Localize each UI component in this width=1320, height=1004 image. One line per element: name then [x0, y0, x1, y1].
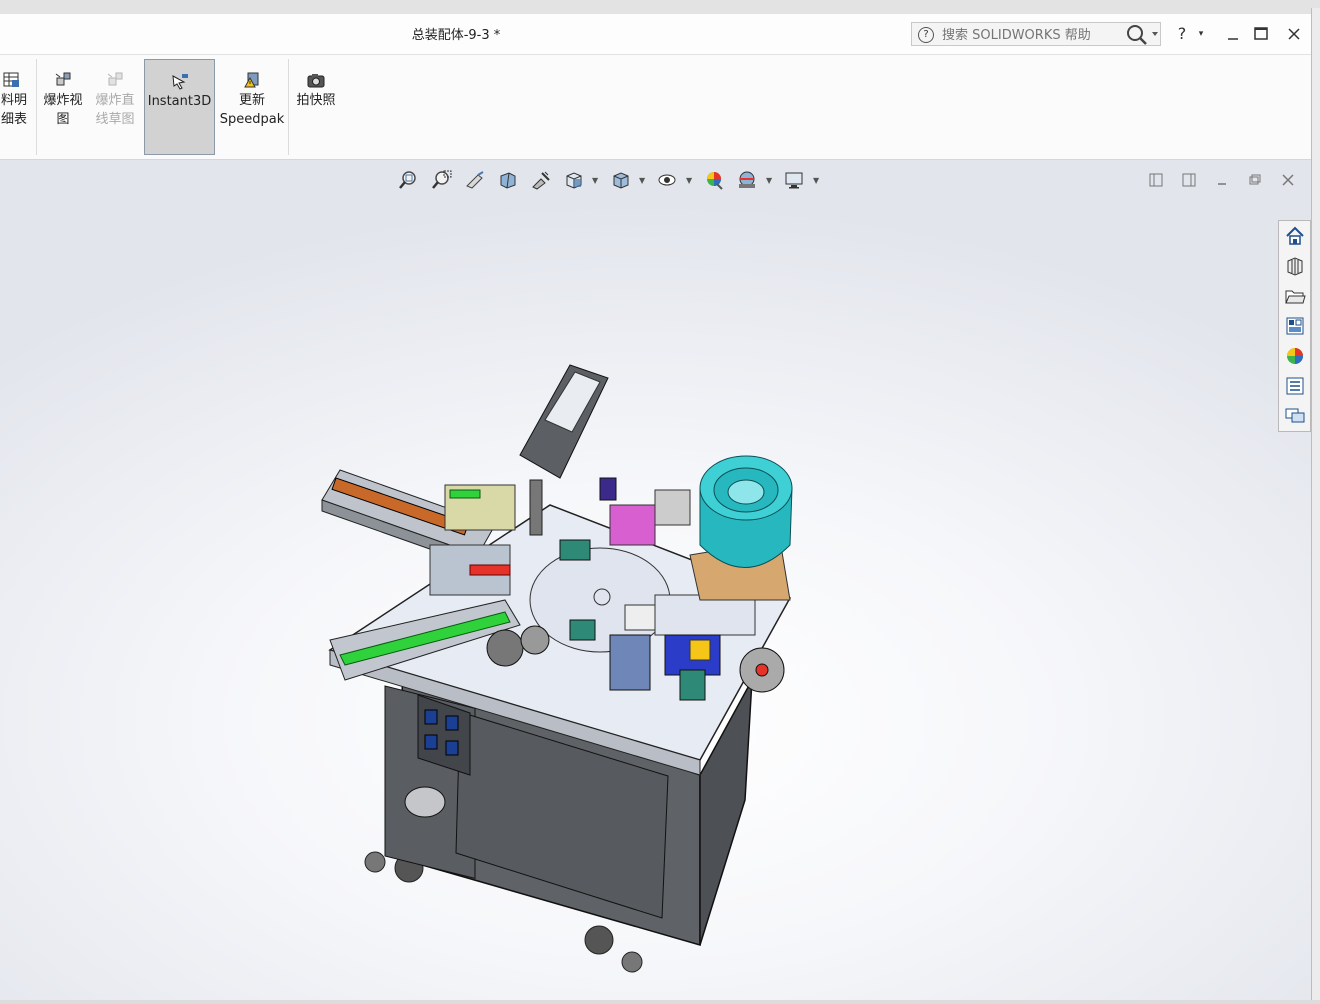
- view-orientation-dropdown-icon[interactable]: ▼: [592, 176, 600, 185]
- snapshot-button[interactable]: 拍快照: [292, 59, 340, 155]
- explode-view-icon: [55, 72, 71, 86]
- bom-label-line2: 细表: [0, 112, 27, 127]
- minimize-button[interactable]: [1219, 22, 1247, 46]
- explode-view-button[interactable]: 爆炸视 图: [38, 59, 88, 155]
- bom-label-line1: 料明: [0, 93, 27, 108]
- explode-line-sketch-label-line2: 线草图: [95, 112, 135, 127]
- close-button[interactable]: [1280, 22, 1308, 46]
- explode-view-label-line1: 爆炸视: [43, 93, 83, 108]
- bom-button[interactable]: 料明 细表: [0, 59, 34, 155]
- doc-restore-icon[interactable]: [1247, 172, 1263, 188]
- command-manager-ribbon: 料明 细表 爆炸视 图 爆炸直 线草图 Instant3D 更新 Speedpa…: [0, 55, 1311, 160]
- instant3d-button[interactable]: Instant3D: [144, 59, 215, 155]
- apply-scene-icon[interactable]: [736, 170, 758, 190]
- help-question-icon: ?: [918, 27, 934, 43]
- search-button[interactable]: [1118, 23, 1160, 45]
- explode-line-sketch-button[interactable]: 爆炸直 线草图: [90, 59, 140, 155]
- camera-icon: [307, 74, 325, 88]
- appearances-icon[interactable]: [1282, 343, 1308, 369]
- speedpak-icon: [244, 72, 259, 88]
- forum-icon[interactable]: [1282, 403, 1308, 429]
- zoom-to-area-icon[interactable]: [430, 170, 452, 190]
- bowl-feeder: [689, 455, 793, 601]
- previous-view-icon[interactable]: [464, 170, 486, 190]
- window-right-border: [1311, 8, 1320, 1004]
- speedpak-label-line2: Speedpak: [219, 112, 285, 127]
- minimize-icon: [1228, 38, 1238, 40]
- section-view-icon[interactable]: [497, 170, 519, 190]
- explode-line-sketch-icon: [107, 72, 123, 86]
- assembly-model[interactable]: [300, 360, 820, 980]
- custom-properties-icon[interactable]: [1282, 373, 1308, 399]
- camera-monitor: [519, 364, 609, 536]
- display-style-dropdown-icon[interactable]: ▼: [639, 176, 647, 185]
- maximize-button[interactable]: [1247, 22, 1275, 46]
- edit-appearance-icon[interactable]: [703, 170, 725, 190]
- view-orientation-icon[interactable]: [563, 170, 585, 190]
- design-library-icon[interactable]: [1282, 253, 1308, 279]
- title-bar: 总装配体-9-3 * ? ? ▾: [0, 14, 1312, 55]
- bom-icon: [3, 72, 19, 87]
- instant3d-label: Instant3D: [147, 94, 212, 109]
- speedpak-label-line1: 更新: [238, 93, 265, 108]
- help-label: ?: [1177, 24, 1187, 43]
- dynamic-annotation-icon[interactable]: [530, 170, 552, 190]
- update-speedpak-button[interactable]: 更新 Speedpak: [218, 59, 286, 155]
- help-dropdown-icon[interactable]: ▾: [1192, 22, 1210, 46]
- search-icon: [1127, 25, 1158, 45]
- help-search-box[interactable]: ?: [911, 22, 1161, 46]
- hide-show-items-icon[interactable]: [656, 170, 678, 190]
- home-icon[interactable]: [1282, 223, 1308, 249]
- hide-show-dropdown-icon[interactable]: ▼: [686, 176, 694, 185]
- close-icon: [1288, 28, 1300, 40]
- split-right-icon[interactable]: [1181, 172, 1197, 188]
- explode-line-sketch-label-line1: 爆炸直: [95, 93, 135, 108]
- doc-close-icon[interactable]: [1280, 172, 1296, 188]
- ribbon-separator: [36, 59, 37, 155]
- help-search-input[interactable]: [940, 25, 1119, 45]
- window-bottom-border: [0, 1000, 1320, 1004]
- display-style-icon[interactable]: [610, 170, 632, 190]
- apply-scene-dropdown-icon[interactable]: ▼: [766, 176, 774, 185]
- doc-minimize-icon[interactable]: [1214, 172, 1230, 188]
- window-title: 总装配体-9-3 *: [411, 28, 501, 43]
- explode-view-label-line2: 图: [56, 112, 70, 127]
- zoom-to-fit-icon[interactable]: [397, 170, 419, 190]
- view-settings-icon[interactable]: [783, 170, 805, 190]
- maximize-icon: [1254, 27, 1268, 40]
- snapshot-label: 拍快照: [296, 93, 336, 108]
- task-pane-tabs: [1278, 220, 1311, 432]
- view-settings-dropdown-icon[interactable]: ▼: [813, 176, 821, 185]
- app-top-strip: [0, 0, 1320, 15]
- split-left-icon[interactable]: [1148, 172, 1164, 188]
- instant3d-icon: [171, 74, 188, 90]
- file-explorer-icon[interactable]: [1282, 283, 1308, 309]
- ribbon-separator: [288, 59, 289, 155]
- view-palette-icon[interactable]: [1282, 313, 1308, 339]
